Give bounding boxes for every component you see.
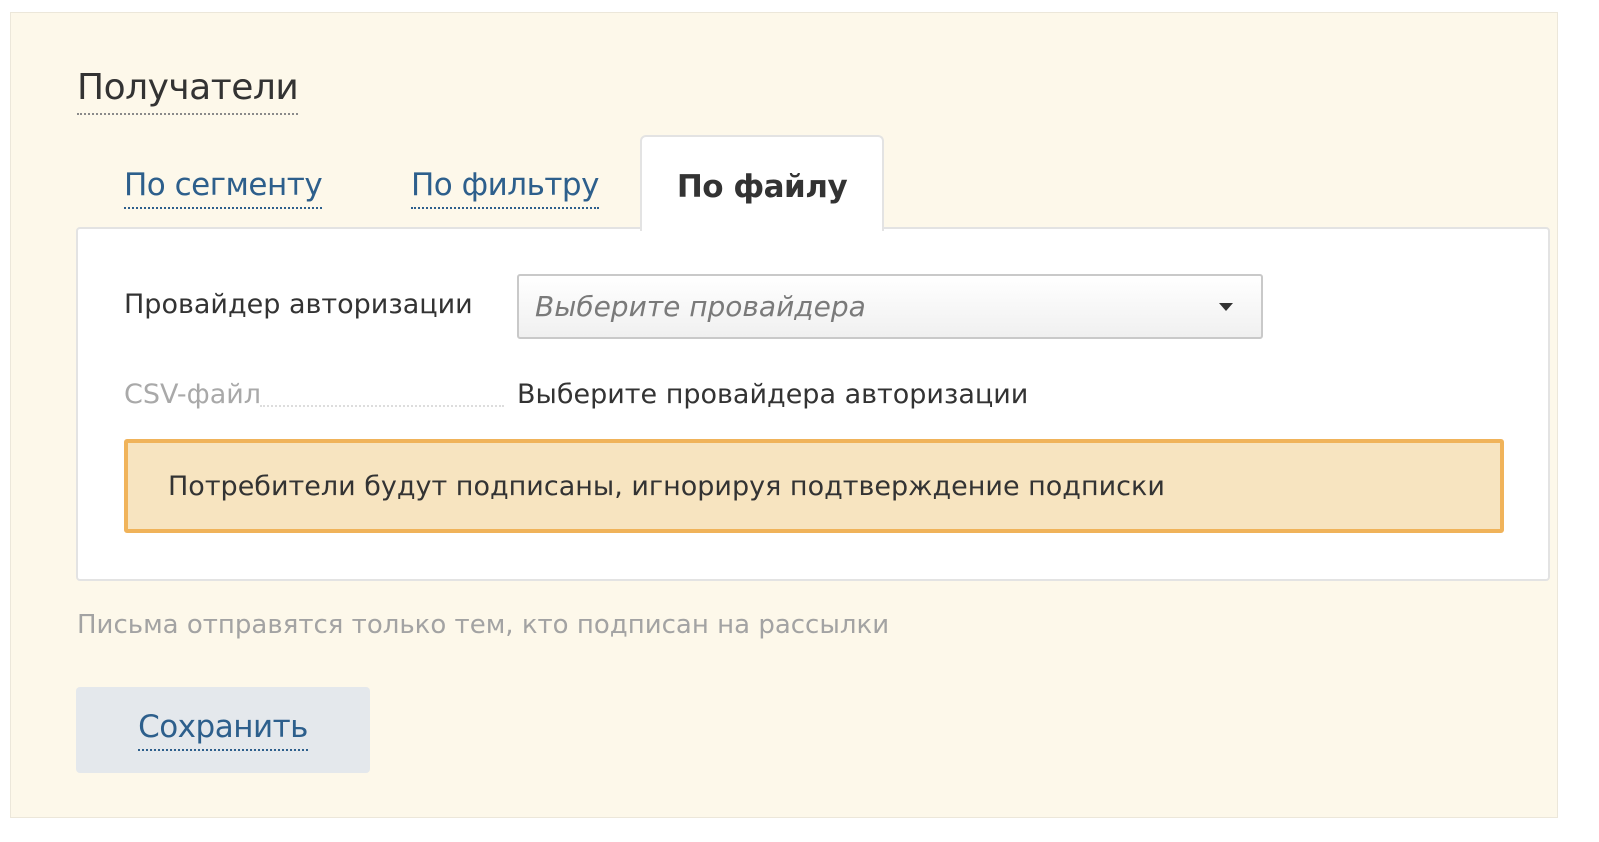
tab-by-file[interactable]: По файлу (640, 135, 884, 231)
tab-by-file-label: По файлу (676, 169, 848, 205)
tab-by-segment[interactable]: По сегменту (124, 163, 323, 209)
csv-file-value: Выберите провайдера авторизации (517, 379, 1029, 410)
csv-leader-divider (260, 405, 504, 407)
save-button[interactable]: Сохранить (76, 687, 370, 773)
warning-alert: Потребители будут подписаны, игнорируя п… (124, 439, 1504, 533)
recipients-panel: Получатели По сегменту По фильтру По фай… (10, 12, 1558, 818)
provider-select[interactable]: Выберите провайдера (517, 274, 1263, 339)
csv-file-label: CSV-файл (124, 379, 262, 410)
hint-text: Письма отправятся только тем, кто подпис… (77, 610, 890, 640)
panel-title[interactable]: Получатели (77, 63, 299, 115)
save-button-label: Сохранить (138, 705, 308, 751)
provider-select-placeholder: Выберите провайдера (535, 290, 866, 323)
tab-by-filter[interactable]: По фильтру (411, 163, 599, 209)
chevron-down-icon (1219, 303, 1233, 311)
tab-content: Провайдер авторизации Выберите провайдер… (76, 227, 1550, 581)
provider-label: Провайдер авторизации (124, 289, 473, 320)
warning-text: Потребители будут подписаны, игнорируя п… (168, 471, 1165, 502)
